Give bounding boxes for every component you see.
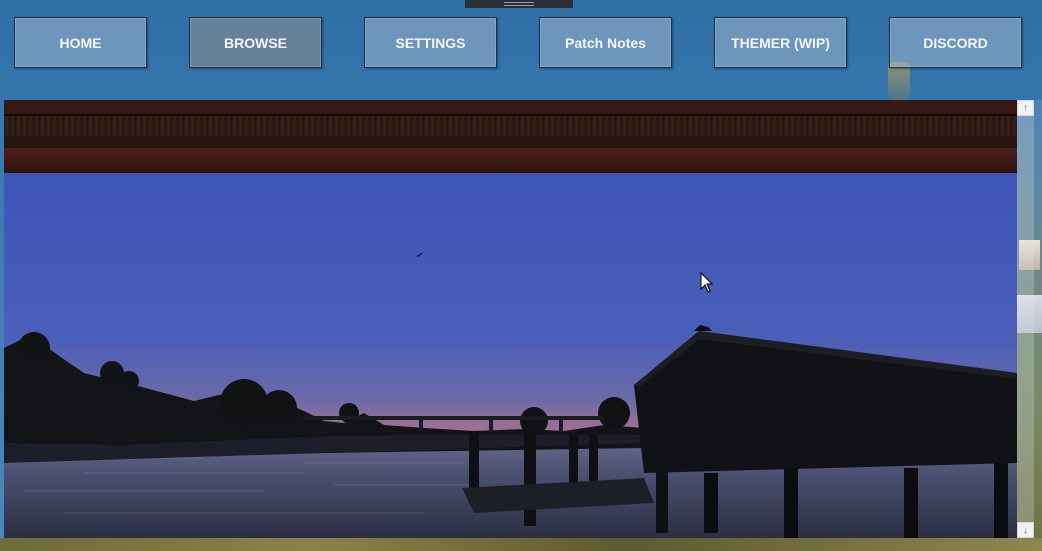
arrow-down-icon[interactable]: ↓ — [1017, 522, 1034, 538]
patch-notes-button[interactable]: Patch Notes — [539, 17, 672, 68]
screenshot-image[interactable] — [4, 173, 1017, 538]
dirt-road — [4, 148, 1017, 173]
previous-image-strip — [4, 100, 1017, 173]
settings-button[interactable]: SETTINGS — [364, 17, 497, 68]
home-button[interactable]: HOME — [14, 17, 147, 68]
mouse-cursor-icon — [700, 272, 714, 293]
arrow-up-icon[interactable]: ↑ — [1017, 100, 1034, 116]
content-panel — [4, 100, 1017, 538]
themer-button[interactable]: THEMER (WIP) — [714, 17, 847, 68]
discord-button[interactable]: DISCORD — [889, 17, 1022, 68]
top-nav: HOME BROWSE SETTINGS Patch Notes THEMER … — [0, 0, 1042, 100]
browse-button[interactable]: BROWSE — [189, 17, 322, 68]
grass-strip — [4, 116, 1017, 136]
background-ground — [0, 538, 1042, 551]
content-scrollbar[interactable] — [1017, 100, 1034, 538]
